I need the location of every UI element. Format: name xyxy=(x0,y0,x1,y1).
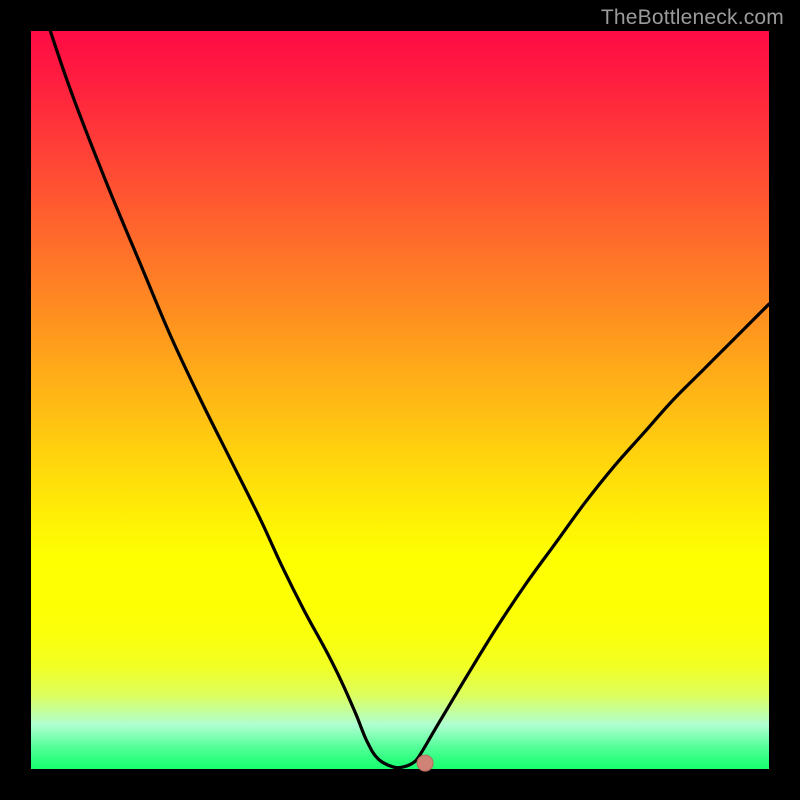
curve-path xyxy=(31,0,769,768)
optimum-marker xyxy=(417,755,433,771)
bottleneck-curve xyxy=(31,31,769,769)
plot-area xyxy=(31,31,769,769)
chart-frame: TheBottleneck.com xyxy=(0,0,800,800)
watermark-text: TheBottleneck.com xyxy=(601,6,784,30)
